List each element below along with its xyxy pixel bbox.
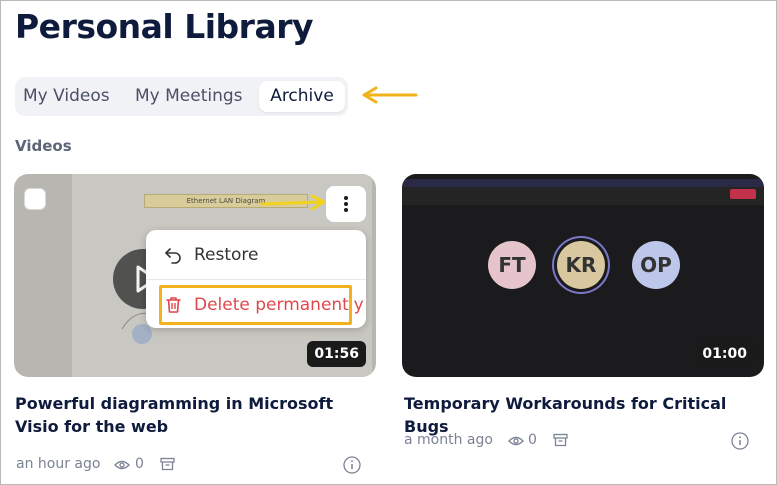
participant-avatar: OP	[632, 241, 680, 289]
page-title: Personal Library	[15, 7, 314, 46]
restore-menu-item[interactable]: Restore	[146, 235, 366, 275]
annotation-arrow-icon	[362, 86, 418, 104]
info-icon[interactable]	[343, 456, 361, 474]
kebab-dot-icon	[344, 196, 348, 200]
eye-icon	[114, 460, 130, 470]
tab-my-videos[interactable]: My Videos	[23, 81, 110, 112]
annotation-highlight	[159, 285, 352, 325]
kebab-dot-icon	[344, 208, 348, 212]
tab-bar: My Videos My Meetings Archive	[15, 77, 348, 116]
section-heading: Videos	[15, 137, 72, 155]
leave-button	[730, 189, 756, 199]
duration-badge: 01:56	[307, 341, 366, 367]
time-ago: a month ago	[404, 432, 493, 448]
view-count: 0	[528, 432, 537, 448]
eye-icon	[508, 436, 524, 446]
tab-my-meetings[interactable]: My Meetings	[135, 81, 243, 112]
participant-avatar: FT	[488, 241, 536, 289]
archive-icon	[553, 433, 568, 447]
more-options-button[interactable]	[326, 186, 366, 222]
tab-archive[interactable]: Archive	[259, 81, 345, 112]
info-icon[interactable]	[731, 432, 749, 450]
restore-label: Restore	[194, 245, 259, 265]
kebab-dot-icon	[344, 202, 348, 206]
select-checkbox[interactable]	[24, 188, 46, 210]
meeting-toolbar	[402, 187, 764, 205]
video-title[interactable]: Powerful diagramming in Microsoft Visio …	[15, 392, 365, 438]
video-thumbnail[interactable]: FT KR OP 01:00	[402, 174, 764, 377]
time-ago: an hour ago	[16, 456, 101, 472]
meeting-title-bar	[402, 179, 764, 187]
undo-icon	[165, 248, 181, 264]
participant-avatar: KR	[557, 241, 605, 289]
view-count: 0	[135, 456, 144, 472]
annotation-arrow-icon	[260, 194, 326, 211]
duration-badge: 01:00	[695, 341, 754, 367]
archive-icon	[160, 457, 175, 471]
menu-divider	[146, 279, 366, 280]
